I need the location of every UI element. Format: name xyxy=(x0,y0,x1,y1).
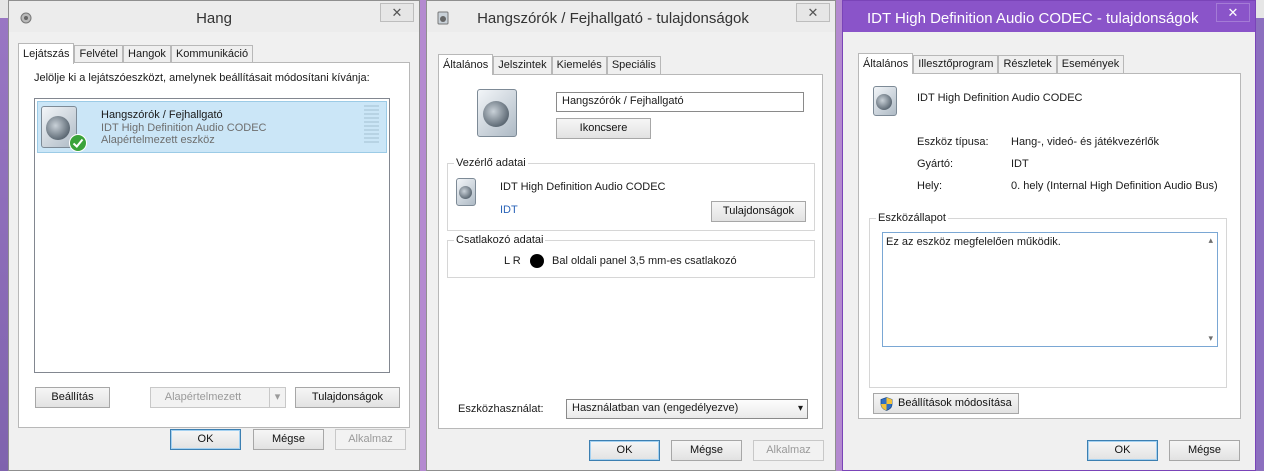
device-status-text: Ez az eszköz megfelelően működik. xyxy=(886,236,1061,248)
desktop-left-edge xyxy=(0,0,8,471)
cancel-button[interactable]: Mégse xyxy=(1169,440,1240,461)
tab-driver[interactable]: Illesztőprogram xyxy=(913,55,999,73)
jack-group: Csatlakozó adatai L R Bal oldali panel 3… xyxy=(447,234,815,278)
controller-icon xyxy=(456,178,478,208)
device-type-label: Eszköz típusa: xyxy=(917,136,989,148)
controller-properties-button[interactable]: Tulajdonságok xyxy=(711,201,806,222)
location-value: 0. hely (Internal High Definition Audio … xyxy=(1011,180,1218,192)
codec-client: Általános Illesztőprogram Részletek Esem… xyxy=(843,32,1255,470)
speaker-title: Hangszórók / Fejhallgató - tulajdonságok xyxy=(477,10,749,27)
sound-titlebar[interactable]: Hang ✕ xyxy=(9,1,419,32)
ok-button[interactable]: OK xyxy=(1087,440,1158,461)
codec-speaker-icon xyxy=(873,86,903,118)
scroll-down-icon[interactable]: ▾ xyxy=(1208,333,1213,344)
jack-channels: L R xyxy=(504,255,521,267)
sound-window: Hang ✕ Lejátszás Felvétel Hangok Kommuni… xyxy=(8,0,420,471)
properties-button[interactable]: Tulajdonságok xyxy=(295,387,400,408)
codec-titlebar[interactable]: IDT High Definition Audio CODEC - tulajd… xyxy=(843,1,1255,32)
tab-general[interactable]: Általános xyxy=(438,54,494,75)
speaker-properties-window: Hangszórók / Fejhallgató - tulajdonságok… xyxy=(426,0,836,471)
close-button[interactable]: ✕ xyxy=(796,3,830,22)
tab-details[interactable]: Részletek xyxy=(998,55,1057,73)
controller-name: IDT High Definition Audio CODEC xyxy=(500,181,666,193)
change-settings-label: Beállítások módosítása xyxy=(898,397,1012,409)
tab-recording[interactable]: Felvétel xyxy=(74,45,124,63)
sound-title: Hang xyxy=(196,10,232,27)
apply-button: Alkalmaz xyxy=(335,429,406,450)
volume-level-meter xyxy=(364,105,379,145)
jack-description: Bal oldali panel 3,5 mm-es csatlakozó xyxy=(552,255,737,267)
cancel-button[interactable]: Mégse xyxy=(671,440,742,461)
tab-playback[interactable]: Lejátszás xyxy=(18,43,75,64)
chevron-down-icon: ▾ xyxy=(797,403,803,414)
default-check-icon xyxy=(69,134,87,152)
codec-properties-window: IDT High Definition Audio CODEC - tulajd… xyxy=(842,0,1256,471)
codec-tabs: Általános Illesztőprogram Részletek Esem… xyxy=(858,53,1125,74)
usage-select[interactable]: Használatban van (engedélyezve) ▾ xyxy=(566,399,808,419)
jack-color-icon xyxy=(530,254,544,268)
sound-tabs: Lejátszás Felvétel Hangok Kommunikáció xyxy=(18,43,254,64)
playback-panel: Jelölje ki a lejátszóeszközt, amelynek b… xyxy=(18,62,410,428)
manufacturer-label: Gyártó: xyxy=(917,158,954,170)
speaker-client: Általános Jelszintek Kiemelés Speciális … xyxy=(427,32,835,470)
speaker-large-icon xyxy=(477,89,521,139)
set-default-dropdown: ▾ xyxy=(269,387,286,408)
ok-button[interactable]: OK xyxy=(589,440,660,461)
desktop-right-strip xyxy=(1256,0,1264,18)
device-status: Alapértelmezett eszköz xyxy=(101,134,215,146)
tab-general[interactable]: Általános xyxy=(858,53,914,74)
location-label: Hely: xyxy=(917,180,943,192)
sound-client: Lejátszás Felvétel Hangok Kommunikáció J… xyxy=(9,32,419,470)
device-status-textbox[interactable]: Ez az eszköz megfelelően működik. ▴ ▾ xyxy=(882,232,1218,347)
device-type-value: Hang-, videó- és játékvezérlők xyxy=(1011,136,1159,148)
tab-enhancements[interactable]: Kiemelés xyxy=(551,56,607,74)
device-list[interactable]: Hangszórók / Fejhallgató IDT High Defini… xyxy=(34,98,390,373)
device-driver: IDT High Definition Audio CODEC xyxy=(101,122,267,134)
manufacturer-value: IDT xyxy=(1011,158,1029,170)
tab-advanced[interactable]: Speciális xyxy=(606,56,661,74)
list-item[interactable]: Hangszórók / Fejhallgató IDT High Defini… xyxy=(37,101,387,153)
tab-events[interactable]: Események xyxy=(1056,55,1125,73)
usage-label: Eszközhasználat: xyxy=(458,403,544,415)
apply-button: Alkalmaz xyxy=(753,440,824,461)
controller-vendor: IDT xyxy=(500,204,518,216)
close-button[interactable]: ✕ xyxy=(1216,3,1250,22)
desktop-left-strip xyxy=(0,0,8,18)
close-button[interactable]: ✕ xyxy=(380,3,414,22)
tab-sounds[interactable]: Hangok xyxy=(123,45,171,63)
controller-group: Vezérlő adatai IDT High Definition Audio… xyxy=(447,157,815,231)
device-name: Hangszórók / Fejhallgató xyxy=(101,109,223,121)
desktop-right-edge xyxy=(1256,0,1264,471)
general-panel: Hangszórók / Fejhallgató Ikoncsere Vezér… xyxy=(438,74,823,429)
uac-shield-icon xyxy=(880,397,893,411)
tab-communications[interactable]: Kommunikáció xyxy=(170,45,254,63)
playback-instruction: Jelölje ki a lejátszóeszközt, amelynek b… xyxy=(34,72,370,84)
speaker-titlebar[interactable]: Hangszórók / Fejhallgató - tulajdonságok… xyxy=(427,1,835,32)
usage-value: Használatban van (engedélyezve) xyxy=(572,402,739,414)
controller-label: Vezérlő adatai xyxy=(454,157,528,169)
change-icon-button[interactable]: Ikoncsere xyxy=(556,118,651,139)
set-default-button: Alapértelmezett xyxy=(150,387,270,408)
set-default-label: Alapértelmezett xyxy=(164,391,242,403)
scroll-up-icon[interactable]: ▴ xyxy=(1208,235,1213,246)
codec-general-panel: IDT High Definition Audio CODEC Eszköz t… xyxy=(858,73,1241,419)
device-status-label: Eszközállapot xyxy=(876,212,948,224)
codec-title: IDT High Definition Audio CODEC - tulajd… xyxy=(867,10,1199,27)
speaker-tabs: Általános Jelszintek Kiemelés Speciális xyxy=(438,54,661,75)
codec-device-name: IDT High Definition Audio CODEC xyxy=(917,92,1083,104)
device-status-group: Eszközállapot Ez az eszköz megfelelően m… xyxy=(869,212,1227,388)
ok-button[interactable]: OK xyxy=(170,429,241,450)
configure-button[interactable]: Beállítás xyxy=(35,387,110,408)
device-name-field[interactable]: Hangszórók / Fejhallgató xyxy=(556,92,804,112)
change-settings-button[interactable]: Beállítások módosítása xyxy=(873,393,1019,414)
speaker-icon xyxy=(41,106,87,152)
tab-levels[interactable]: Jelszintek xyxy=(493,56,552,74)
speaker-icon-small xyxy=(437,11,449,25)
cancel-button[interactable]: Mégse xyxy=(253,429,324,450)
jack-label: Csatlakozó adatai xyxy=(454,234,546,246)
